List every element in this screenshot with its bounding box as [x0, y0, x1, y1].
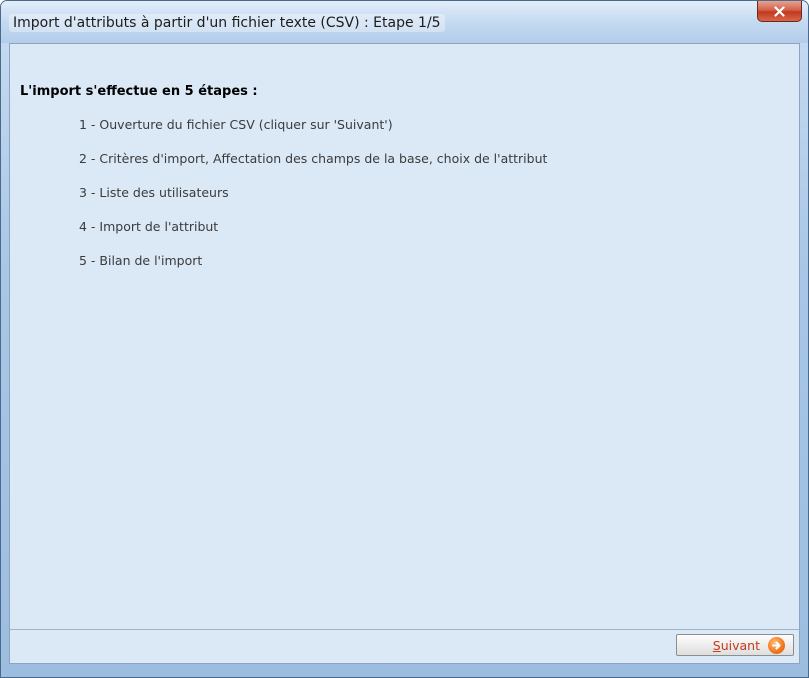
close-icon — [774, 5, 785, 17]
next-button[interactable]: Suivant — [676, 634, 794, 656]
next-button-label: Suivant — [713, 638, 760, 653]
step-item: 2 - Critères d'import, Affectation des c… — [79, 151, 548, 166]
arrow-right-icon — [768, 636, 785, 654]
steps-heading: L'import s'effectue en 5 étapes : — [20, 84, 258, 99]
close-button[interactable] — [757, 1, 802, 22]
step-item: 3 - Liste des utilisateurs — [79, 185, 229, 200]
button-bar: Suivant — [9, 629, 800, 664]
dialog-window: Import d'attributs à partir d'un fichier… — [0, 0, 809, 678]
window-title: Import d'attributs à partir d'un fichier… — [9, 14, 445, 32]
title-bar[interactable]: Import d'attributs à partir d'un fichier… — [1, 1, 808, 43]
step-item: 5 - Bilan de l'import — [79, 253, 203, 268]
next-button-label-rest: uivant — [720, 637, 760, 653]
steps-list: 1 - Ouverture du fichier CSV (cliquer su… — [79, 116, 547, 286]
content-panel: L'import s'effectue en 5 étapes : 1 - Ou… — [9, 43, 800, 631]
step-item: 1 - Ouverture du fichier CSV (cliquer su… — [79, 117, 393, 132]
next-button-accelerator: S — [712, 637, 721, 653]
step-item: 4 - Import de l'attribut — [79, 219, 219, 234]
